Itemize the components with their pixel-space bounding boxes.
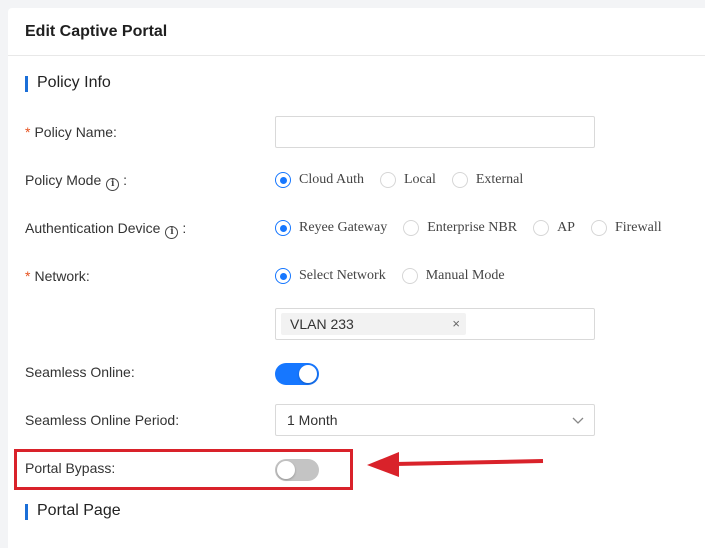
network-tag: VLAN 233 × xyxy=(281,313,466,335)
policy-name-input[interactable] xyxy=(275,116,595,148)
toggle-knob xyxy=(299,365,317,383)
radio-empty-icon[interactable] xyxy=(379,172,396,188)
radio-selected-icon[interactable] xyxy=(275,268,291,284)
panel-header: Edit Captive Portal xyxy=(8,8,705,56)
seamless-online-period-label: Seamless Online Period: xyxy=(25,412,180,428)
network-label: * Network: xyxy=(25,268,90,284)
section-title-portal-page: Portal Page xyxy=(25,502,121,520)
radio-manual-mode[interactable]: Manual Mode xyxy=(401,268,505,284)
authentication-device-label: Authentication Device i : xyxy=(25,220,187,239)
chevron-down-icon xyxy=(572,417,584,424)
radio-select-network[interactable]: Select Network xyxy=(275,268,386,284)
radio-empty-icon[interactable] xyxy=(403,220,420,236)
network-multi-select[interactable]: VLAN 233 × xyxy=(275,308,595,340)
radio-empty-icon[interactable] xyxy=(590,220,607,236)
required-mark: * xyxy=(25,268,31,284)
radio-selected-icon[interactable] xyxy=(275,172,291,188)
radio-ap[interactable]: AP xyxy=(533,220,575,236)
radio-firewall[interactable]: Firewall xyxy=(590,220,662,236)
required-mark: * xyxy=(25,124,31,140)
info-circle-icon[interactable]: i xyxy=(106,178,120,191)
close-icon[interactable]: × xyxy=(452,313,460,335)
seamless-online-toggle[interactable] xyxy=(275,363,319,385)
seamless-online-label: Seamless Online: xyxy=(25,364,135,380)
network-radio-group: Select Network Manual Mode xyxy=(275,268,521,284)
annotation-highlight-box xyxy=(14,449,353,490)
policy-mode-radio-group: Cloud Auth Local External xyxy=(275,172,539,188)
policy-mode-label: Policy Mode i : xyxy=(25,172,128,191)
section-title-policy-info: Policy Info xyxy=(25,74,111,92)
radio-empty-icon[interactable] xyxy=(533,220,550,236)
policy-name-label: * Policy Name: xyxy=(25,124,117,140)
radio-selected-icon[interactable] xyxy=(275,220,291,236)
radio-enterprise-nbr[interactable]: Enterprise NBR xyxy=(403,220,517,236)
radio-local[interactable]: Local xyxy=(379,172,436,188)
seamless-online-period-select[interactable]: 1 Month xyxy=(275,404,595,436)
radio-reyee-gateway[interactable]: Reyee Gateway xyxy=(275,220,387,236)
radio-cloud-auth[interactable]: Cloud Auth xyxy=(275,172,364,188)
annotation-arrow-icon xyxy=(367,452,544,477)
radio-empty-icon[interactable] xyxy=(401,268,418,284)
radio-empty-icon[interactable] xyxy=(451,172,468,188)
info-circle-icon[interactable]: i xyxy=(165,226,179,239)
page-title: Edit Captive Portal xyxy=(25,23,168,40)
radio-external[interactable]: External xyxy=(451,172,523,188)
authentication-device-radio-group: Reyee Gateway Enterprise NBR AP Firewall xyxy=(275,220,678,236)
